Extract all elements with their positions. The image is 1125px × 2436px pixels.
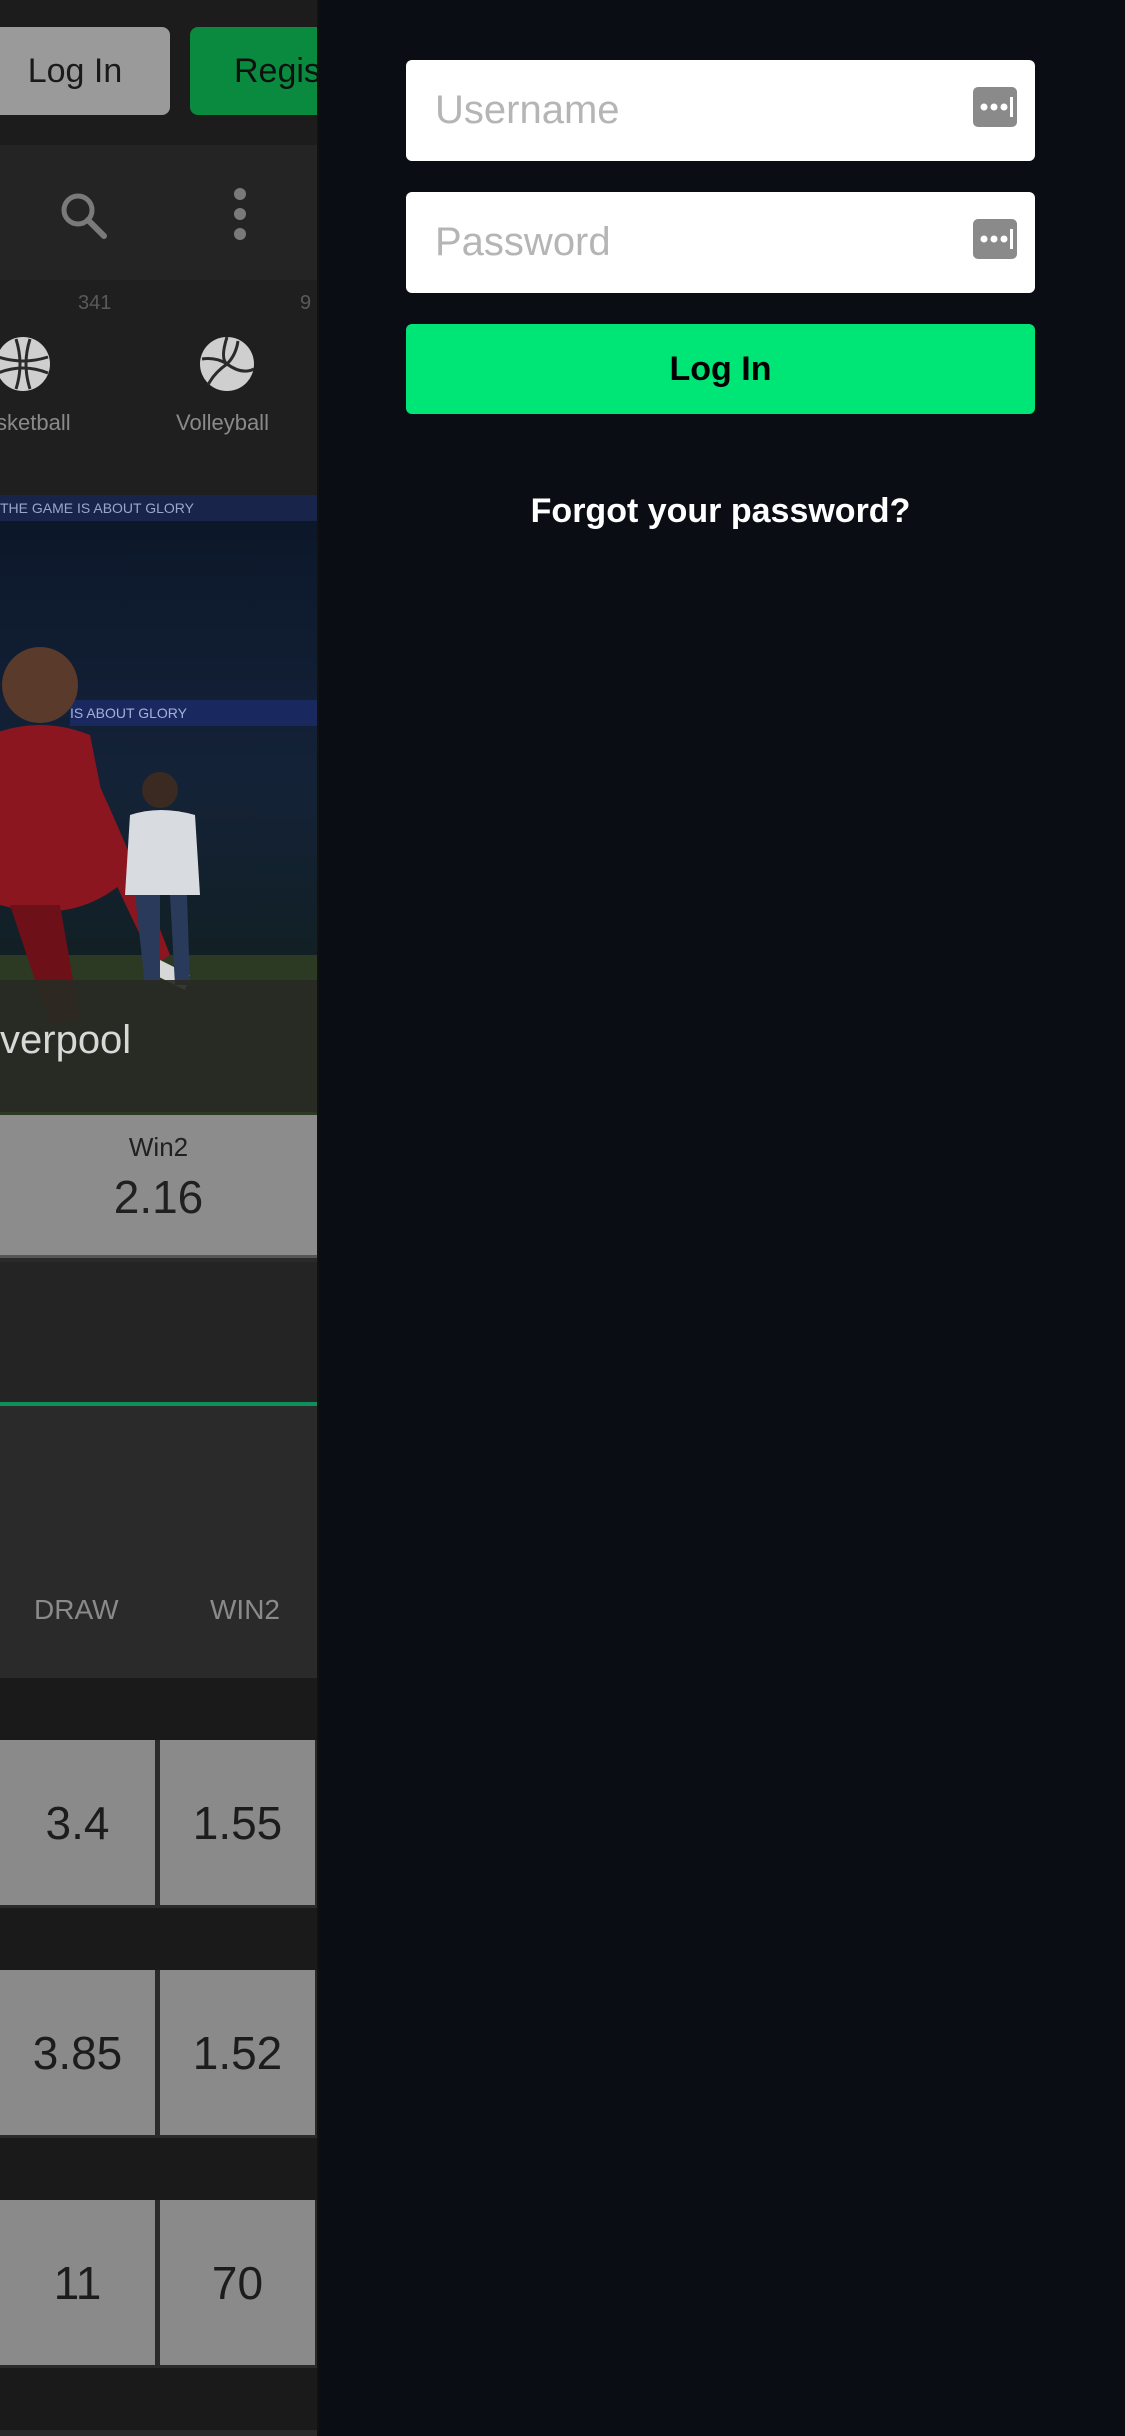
row-separator	[0, 2138, 317, 2200]
odds-cell-win2[interactable]: 1.55	[160, 1740, 315, 1905]
basketball-icon[interactable]	[0, 335, 52, 393]
password-input[interactable]	[406, 192, 1035, 293]
login-button[interactable]: Log In	[406, 324, 1035, 414]
column-header-draw: DRAW	[34, 1594, 119, 1625]
row-separator	[0, 1678, 317, 1740]
username-input[interactable]	[406, 60, 1035, 161]
username-field[interactable]	[406, 60, 1035, 161]
sport-label-basketball[interactable]: sketball	[0, 410, 71, 436]
stadium-banner-text: THE GAME IS ABOUT GLORY	[0, 495, 317, 521]
odds-cell-draw[interactable]: 11	[0, 2200, 155, 2365]
row-separator	[0, 2368, 317, 2430]
kebab-menu-icon[interactable]	[232, 188, 248, 240]
odds-cell-win2[interactable]: 1.52	[160, 1970, 315, 2135]
odds-cell-win2[interactable]: 70	[160, 2200, 315, 2365]
hero-title[interactable]: verpool	[0, 1018, 131, 1063]
sport-count: 341	[78, 292, 112, 314]
header-register-button[interactable]: Regis	[190, 27, 317, 115]
sport-count: 9	[300, 292, 312, 314]
header-login-button[interactable]: Log In	[0, 27, 170, 115]
table-header-panel	[0, 1406, 317, 1678]
odds-cell-draw[interactable]: 3.85	[0, 1970, 155, 2135]
row-separator	[0, 1908, 317, 1970]
password-manager-icon[interactable]	[973, 217, 1017, 261]
toolbar	[0, 145, 317, 280]
player-white-kit-image	[125, 772, 200, 985]
search-icon[interactable]	[58, 190, 108, 240]
forgot-password-link[interactable]: Forgot your password?	[406, 492, 1035, 531]
column-header-win2: WIN2	[210, 1594, 280, 1625]
volleyball-icon[interactable]	[198, 335, 256, 393]
odds-cell-draw[interactable]: 3.4	[0, 1740, 155, 1905]
tab-panel	[0, 1262, 317, 1402]
featured-odd-label: Win2	[128, 1132, 189, 1162]
password-manager-icon[interactable]	[973, 85, 1017, 129]
featured-odd-value: 2.16	[113, 1171, 204, 1223]
background-app: Log In Regis 341 9 sketball Volleyball T…	[0, 0, 317, 2436]
sport-label-volleyball[interactable]: Volleyball	[176, 410, 269, 436]
password-field[interactable]	[406, 192, 1035, 293]
